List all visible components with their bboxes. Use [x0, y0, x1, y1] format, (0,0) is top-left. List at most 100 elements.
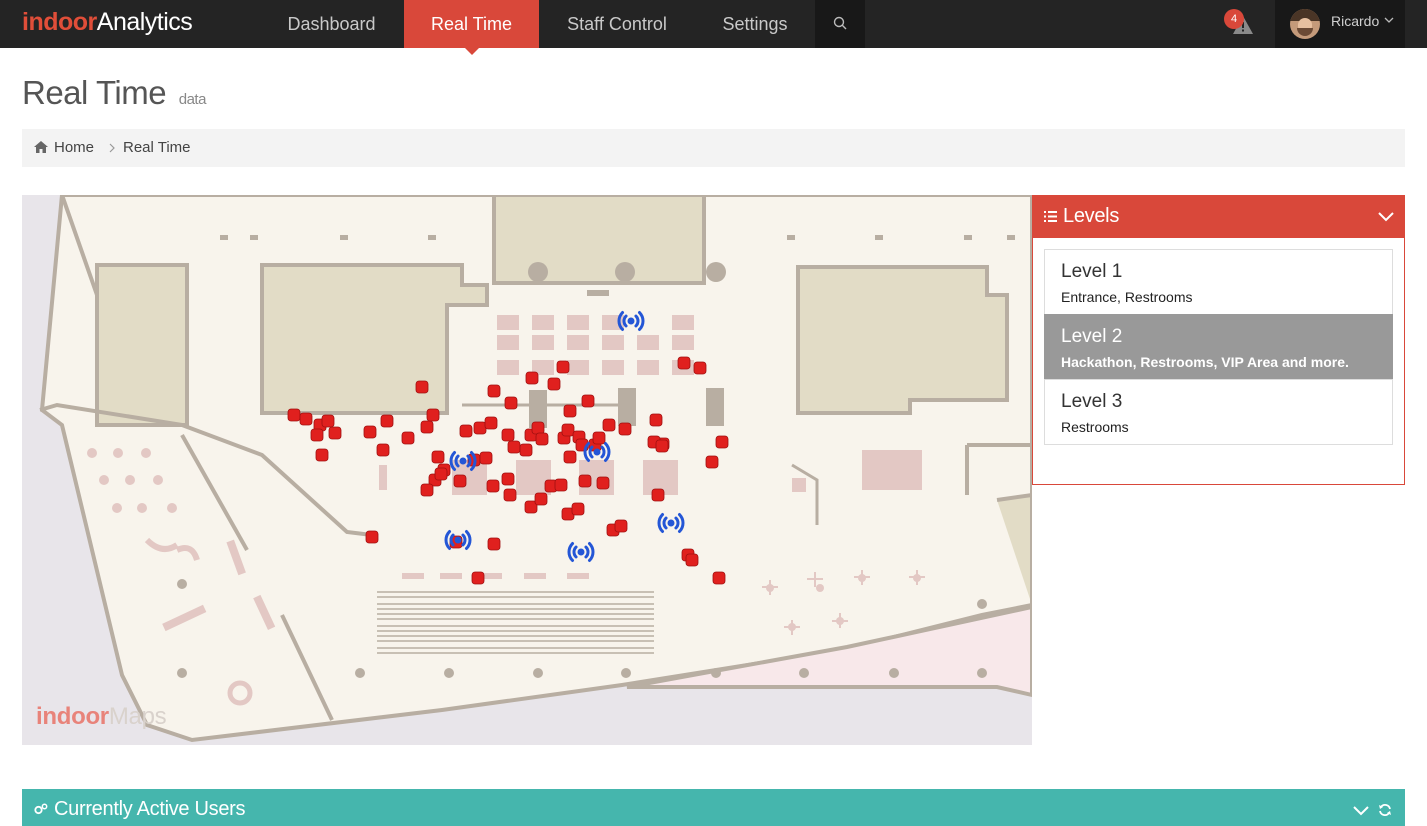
visitor-dot[interactable]	[420, 420, 434, 434]
page-subtitle: data	[178, 91, 207, 108]
visitor-dot[interactable]	[596, 476, 610, 490]
visitor-dot[interactable]	[365, 530, 379, 544]
nav-staff-control[interactable]: Staff Control	[539, 0, 695, 48]
visitor-dot[interactable]	[426, 408, 440, 422]
visitor-dot[interactable]	[299, 412, 313, 426]
visitor-dot[interactable]	[504, 396, 518, 410]
beacon-icon[interactable]	[657, 513, 685, 533]
visitor-dot[interactable]	[507, 440, 521, 454]
active-caret	[464, 48, 479, 55]
visitor-dot[interactable]	[556, 360, 570, 374]
chevron-down-icon[interactable]	[1353, 806, 1369, 816]
visitor-dot[interactable]	[519, 443, 533, 457]
user-menu[interactable]: Ricardo	[1275, 0, 1405, 48]
chevron-down-icon	[1384, 17, 1394, 23]
visitor-dot[interactable]	[534, 492, 548, 506]
level-item-1[interactable]: Level 1 Entrance, Restrooms	[1044, 249, 1393, 315]
visitor-dot[interactable]	[705, 455, 719, 469]
visitor-dot[interactable]	[685, 553, 699, 567]
visitor-dot[interactable]	[420, 483, 434, 497]
page-title: Real Time data	[22, 74, 206, 112]
visitor-dot[interactable]	[655, 439, 669, 453]
visitor-dot[interactable]	[535, 432, 549, 446]
levels-panel-header[interactable]: Levels	[1033, 196, 1404, 238]
visitor-dot[interactable]	[571, 502, 585, 516]
level-list: Level 1 Entrance, Restrooms Level 2 Hack…	[1044, 249, 1393, 445]
alerts-button[interactable]: 4	[1224, 9, 1256, 39]
visitor-dot[interactable]	[712, 571, 726, 585]
levels-title: Levels	[1063, 205, 1120, 227]
visitor-dot[interactable]	[453, 474, 467, 488]
visitor-dot[interactable]	[376, 443, 390, 457]
brand-logo[interactable]: indoorAnalytics	[22, 8, 193, 37]
beacon-icon[interactable]	[567, 542, 595, 562]
visitor-dot[interactable]	[321, 414, 335, 428]
refresh-icon[interactable]	[1378, 803, 1392, 817]
visitor-dot[interactable]	[677, 356, 691, 370]
visitor-dot[interactable]	[431, 450, 445, 464]
search-button[interactable]	[815, 0, 865, 48]
visitor-dot[interactable]	[310, 428, 324, 442]
map-logo-part-1: indoor	[36, 703, 109, 730]
visitor-dot[interactable]	[479, 451, 493, 465]
floor-map[interactable]: indoorMaps	[22, 195, 1032, 745]
visitor-dot[interactable]	[363, 425, 377, 439]
visitor-dot[interactable]	[503, 488, 517, 502]
visitor-dot[interactable]	[501, 472, 515, 486]
visitor-dot[interactable]	[581, 394, 595, 408]
visitor-dot[interactable]	[592, 431, 606, 445]
map-markers-layer	[287, 311, 729, 585]
visitor-dot[interactable]	[618, 422, 632, 436]
visitor-dot[interactable]	[693, 361, 707, 375]
visitor-dot[interactable]	[486, 479, 500, 493]
visitor-dot[interactable]	[487, 537, 501, 551]
visitor-dot[interactable]	[649, 413, 663, 427]
top-navbar: indoorAnalytics Dashboard Real Time Staf…	[0, 0, 1427, 55]
beacon-icon[interactable]	[617, 311, 645, 331]
visitor-dot[interactable]	[561, 423, 575, 437]
visitor-dot[interactable]	[614, 519, 628, 533]
level-name: Level 1	[1061, 261, 1123, 282]
visitor-dot[interactable]	[315, 448, 329, 462]
active-users-panel-header[interactable]: Currently Active Users	[22, 789, 1405, 826]
visitor-dot[interactable]	[547, 377, 561, 391]
visitor-dot[interactable]	[434, 467, 448, 481]
visitor-dot[interactable]	[415, 380, 429, 394]
level-item-2[interactable]: Level 2 Hackathon, Restrooms, VIP Area a…	[1044, 314, 1393, 380]
visitor-dot[interactable]	[563, 404, 577, 418]
visitor-dot[interactable]	[459, 424, 473, 438]
breadcrumb: Home Real Time	[22, 129, 1405, 167]
brand-part-2: Analytics	[96, 8, 193, 36]
visitor-dot[interactable]	[401, 431, 415, 445]
visitor-dot[interactable]	[531, 421, 545, 435]
visitor-dot[interactable]	[578, 474, 592, 488]
cogs-icon	[34, 803, 48, 815]
breadcrumb-home-link[interactable]: Home	[54, 139, 94, 156]
visitor-dot[interactable]	[471, 571, 485, 585]
visitor-dot[interactable]	[501, 428, 515, 442]
visitor-dot[interactable]	[525, 371, 539, 385]
level-description: Hackathon, Restrooms, VIP Area and more.	[1061, 354, 1349, 370]
visitor-dot[interactable]	[651, 488, 665, 502]
visitor-dot[interactable]	[487, 384, 501, 398]
visitor-dot[interactable]	[563, 450, 577, 464]
visitor-dot[interactable]	[287, 408, 301, 422]
chevron-down-icon[interactable]	[1378, 212, 1394, 222]
search-icon	[833, 16, 847, 30]
level-item-3[interactable]: Level 3 Restrooms	[1044, 379, 1393, 445]
visitor-dot[interactable]	[473, 421, 487, 435]
level-name: Level 3	[1061, 391, 1123, 412]
nav-dashboard[interactable]: Dashboard	[259, 0, 404, 48]
visitor-dot[interactable]	[484, 416, 498, 430]
visitor-dot[interactable]	[715, 435, 729, 449]
visitor-dot[interactable]	[602, 418, 616, 432]
visitor-dot[interactable]	[328, 426, 342, 440]
map-watermark: indoorMaps	[36, 703, 167, 731]
nav-real-time-label: Real Time	[430, 14, 513, 34]
levels-panel: Levels Level 1 Entrance, Restrooms Level…	[1032, 195, 1405, 485]
visitor-dot[interactable]	[554, 478, 568, 492]
visitor-dot[interactable]	[380, 414, 394, 428]
nav-real-time[interactable]: Real Time	[404, 0, 539, 55]
nav-settings[interactable]: Settings	[695, 0, 815, 48]
alert-count-badge: 4	[1224, 9, 1244, 29]
